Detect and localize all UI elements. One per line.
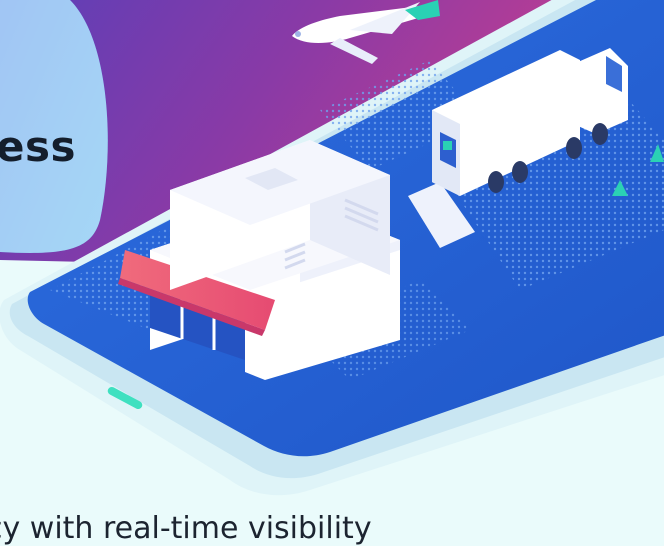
logistics-illustration: [0, 0, 664, 496]
tshirt-icon: [443, 141, 452, 150]
airplane-icon: [292, 0, 440, 64]
store-icon: [118, 140, 400, 380]
